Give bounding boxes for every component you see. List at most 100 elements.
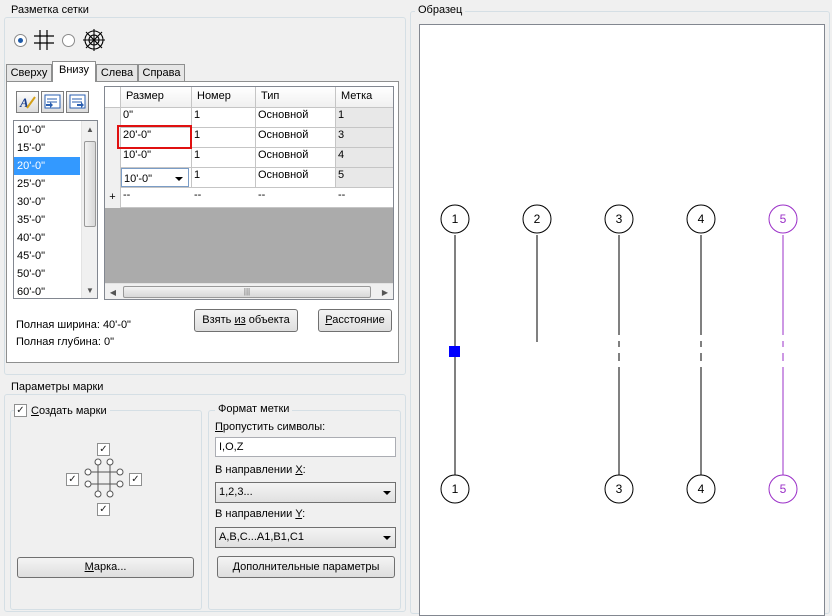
chevron-down-icon bbox=[383, 536, 391, 540]
scroll-up-icon[interactable]: ▲ bbox=[82, 121, 97, 137]
table-header-corner bbox=[105, 87, 121, 108]
grid-table[interactable]: Размер Номер Тип Метка 0" 1 Основной 1 2… bbox=[104, 86, 394, 300]
scroll-right-icon[interactable]: ▶ bbox=[377, 284, 393, 299]
list-scrollbar[interactable]: ▲ ▼ bbox=[81, 121, 97, 298]
top-bubble-2: 2 bbox=[522, 204, 552, 234]
table-cell-new[interactable]: -- bbox=[256, 188, 336, 208]
chevron-down-icon bbox=[383, 491, 391, 495]
y-direction-label: В направлении Y: bbox=[215, 508, 306, 520]
table-cell[interactable]: 1 bbox=[192, 148, 256, 168]
svg-text:4: 4 bbox=[698, 212, 705, 226]
x-direction-select[interactable]: 1,2,3... bbox=[215, 482, 396, 503]
tab-right[interactable]: Справа bbox=[138, 64, 185, 81]
list-item[interactable]: 40'-0" bbox=[14, 229, 80, 247]
table-cell[interactable]: 4 bbox=[336, 148, 393, 168]
list-item-selected[interactable]: 20'-0" bbox=[14, 157, 80, 175]
tab-bottom[interactable]: Внизу bbox=[52, 61, 96, 82]
svg-text:4: 4 bbox=[698, 482, 705, 496]
bottom-bubble-5: 5 bbox=[768, 474, 798, 504]
table-cell-new[interactable]: -- bbox=[336, 188, 393, 208]
marker-bottom-checkbox[interactable]: ✓ bbox=[97, 503, 110, 516]
edit-button[interactable]: A bbox=[16, 91, 39, 113]
column-header-size[interactable]: Размер bbox=[121, 87, 192, 108]
marker-button[interactable]: Марка... bbox=[17, 557, 194, 578]
scroll-left-icon[interactable]: ◀ bbox=[105, 284, 121, 299]
svg-text:3: 3 bbox=[616, 482, 623, 496]
rect-grid-radio[interactable] bbox=[14, 34, 27, 47]
list-item[interactable]: 30'-0" bbox=[14, 193, 80, 211]
column-header-type[interactable]: Тип bbox=[256, 87, 336, 108]
marker-top-checkbox[interactable]: ✓ bbox=[97, 443, 110, 456]
tab-left[interactable]: Слева bbox=[96, 64, 138, 81]
list-item[interactable]: 10'-0" bbox=[14, 121, 80, 139]
size-combo[interactable]: 10'-0" bbox=[121, 168, 189, 187]
table-cell[interactable]: Основной bbox=[256, 128, 336, 148]
table-cell[interactable]: 1 bbox=[192, 108, 256, 128]
list-item[interactable]: 25'-0" bbox=[14, 175, 80, 193]
svg-text:1: 1 bbox=[452, 212, 459, 226]
svg-text:3: 3 bbox=[616, 212, 623, 226]
table-cell-new[interactable]: -- bbox=[192, 188, 256, 208]
list-item[interactable]: 50'-0" bbox=[14, 265, 80, 283]
table-cell[interactable]: 10'-0" bbox=[121, 168, 192, 188]
table-cell[interactable]: Основной bbox=[256, 108, 336, 128]
hscroll-thumb[interactable]: ||| bbox=[123, 286, 371, 298]
skip-label: Пропустить символы: bbox=[215, 421, 326, 433]
total-width: Полная ширина: 40'-0" bbox=[16, 319, 131, 331]
list-item[interactable]: 45'-0" bbox=[14, 247, 80, 265]
bottom-bubble-3: 3 bbox=[604, 474, 634, 504]
export-icon bbox=[69, 94, 86, 109]
svg-text:1: 1 bbox=[452, 482, 459, 496]
create-markers-label: Создать марки bbox=[31, 404, 107, 417]
table-hscrollbar[interactable]: ◀ ||| ▶ bbox=[105, 283, 393, 299]
export-button[interactable] bbox=[66, 91, 89, 113]
svg-text:5: 5 bbox=[780, 212, 787, 226]
from-object-button[interactable]: Взять из объекта bbox=[194, 309, 298, 332]
radial-grid-radio[interactable] bbox=[62, 34, 75, 47]
list-item[interactable]: 60'-0" bbox=[14, 283, 80, 298]
svg-text:5: 5 bbox=[780, 482, 787, 496]
size-list[interactable]: 10'-0" 15'-0" 20'-0" 25'-0" 30'-0" 35'-0… bbox=[13, 120, 98, 299]
total-depth: Полная глубина: 0" bbox=[16, 336, 114, 348]
highlight-box bbox=[117, 125, 192, 149]
table-cell[interactable]: 1 bbox=[192, 168, 256, 188]
column-header-label[interactable]: Метка bbox=[336, 87, 393, 108]
tab-top[interactable]: Сверху bbox=[6, 64, 52, 81]
marker-left-checkbox[interactable]: ✓ bbox=[66, 473, 79, 486]
y-direction-select[interactable]: A,B,C...A1,B1,C1 bbox=[215, 527, 396, 548]
rect-grid-icon bbox=[34, 30, 54, 50]
preview-canvas: 1 2 3 4 5 1 3 4 5 bbox=[419, 24, 825, 616]
distance-button[interactable]: Расстояние bbox=[318, 309, 392, 332]
table-cell-new[interactable]: -- bbox=[121, 188, 192, 208]
radial-grid-icon bbox=[83, 29, 105, 51]
list-item[interactable]: 15'-0" bbox=[14, 139, 80, 157]
grid-layout-title: Разметка сетки bbox=[8, 4, 92, 16]
create-markers-check-icon[interactable]: ✓ bbox=[14, 404, 27, 417]
table-cell[interactable]: Основной bbox=[256, 168, 336, 188]
scroll-thumb[interactable] bbox=[84, 141, 96, 227]
skip-symbols-input[interactable]: I,O,Z bbox=[215, 437, 396, 457]
table-cell[interactable]: 1 bbox=[336, 108, 393, 128]
scroll-down-icon[interactable]: ▼ bbox=[82, 282, 97, 298]
table-cell[interactable]: 5 bbox=[336, 168, 393, 188]
marker-right-checkbox[interactable]: ✓ bbox=[129, 473, 142, 486]
preview-title: Образец bbox=[415, 4, 466, 16]
bottom-bubble-4: 4 bbox=[686, 474, 716, 504]
table-cell[interactable]: 10'-0" bbox=[121, 148, 192, 168]
grip-icon bbox=[449, 346, 460, 357]
table-cell[interactable]: Основной bbox=[256, 148, 336, 168]
table-cell[interactable]: 1 bbox=[192, 128, 256, 148]
top-bubble-3: 3 bbox=[604, 204, 634, 234]
import-button[interactable] bbox=[41, 91, 64, 113]
more-params-button[interactable]: Дополнительные параметры bbox=[217, 556, 395, 578]
list-item[interactable]: 35'-0" bbox=[14, 211, 80, 229]
row-header bbox=[105, 148, 121, 168]
top-bubble-4: 4 bbox=[686, 204, 716, 234]
column-header-number[interactable]: Номер bbox=[192, 87, 256, 108]
top-bubble-1: 1 bbox=[440, 204, 470, 234]
create-markers-checkbox[interactable]: ✓ Создать марки bbox=[14, 404, 110, 417]
table-cell[interactable]: 3 bbox=[336, 128, 393, 148]
chevron-down-icon bbox=[175, 177, 183, 181]
x-direction-label: В направлении X: bbox=[215, 464, 306, 476]
marker-layout-icon bbox=[84, 458, 124, 498]
